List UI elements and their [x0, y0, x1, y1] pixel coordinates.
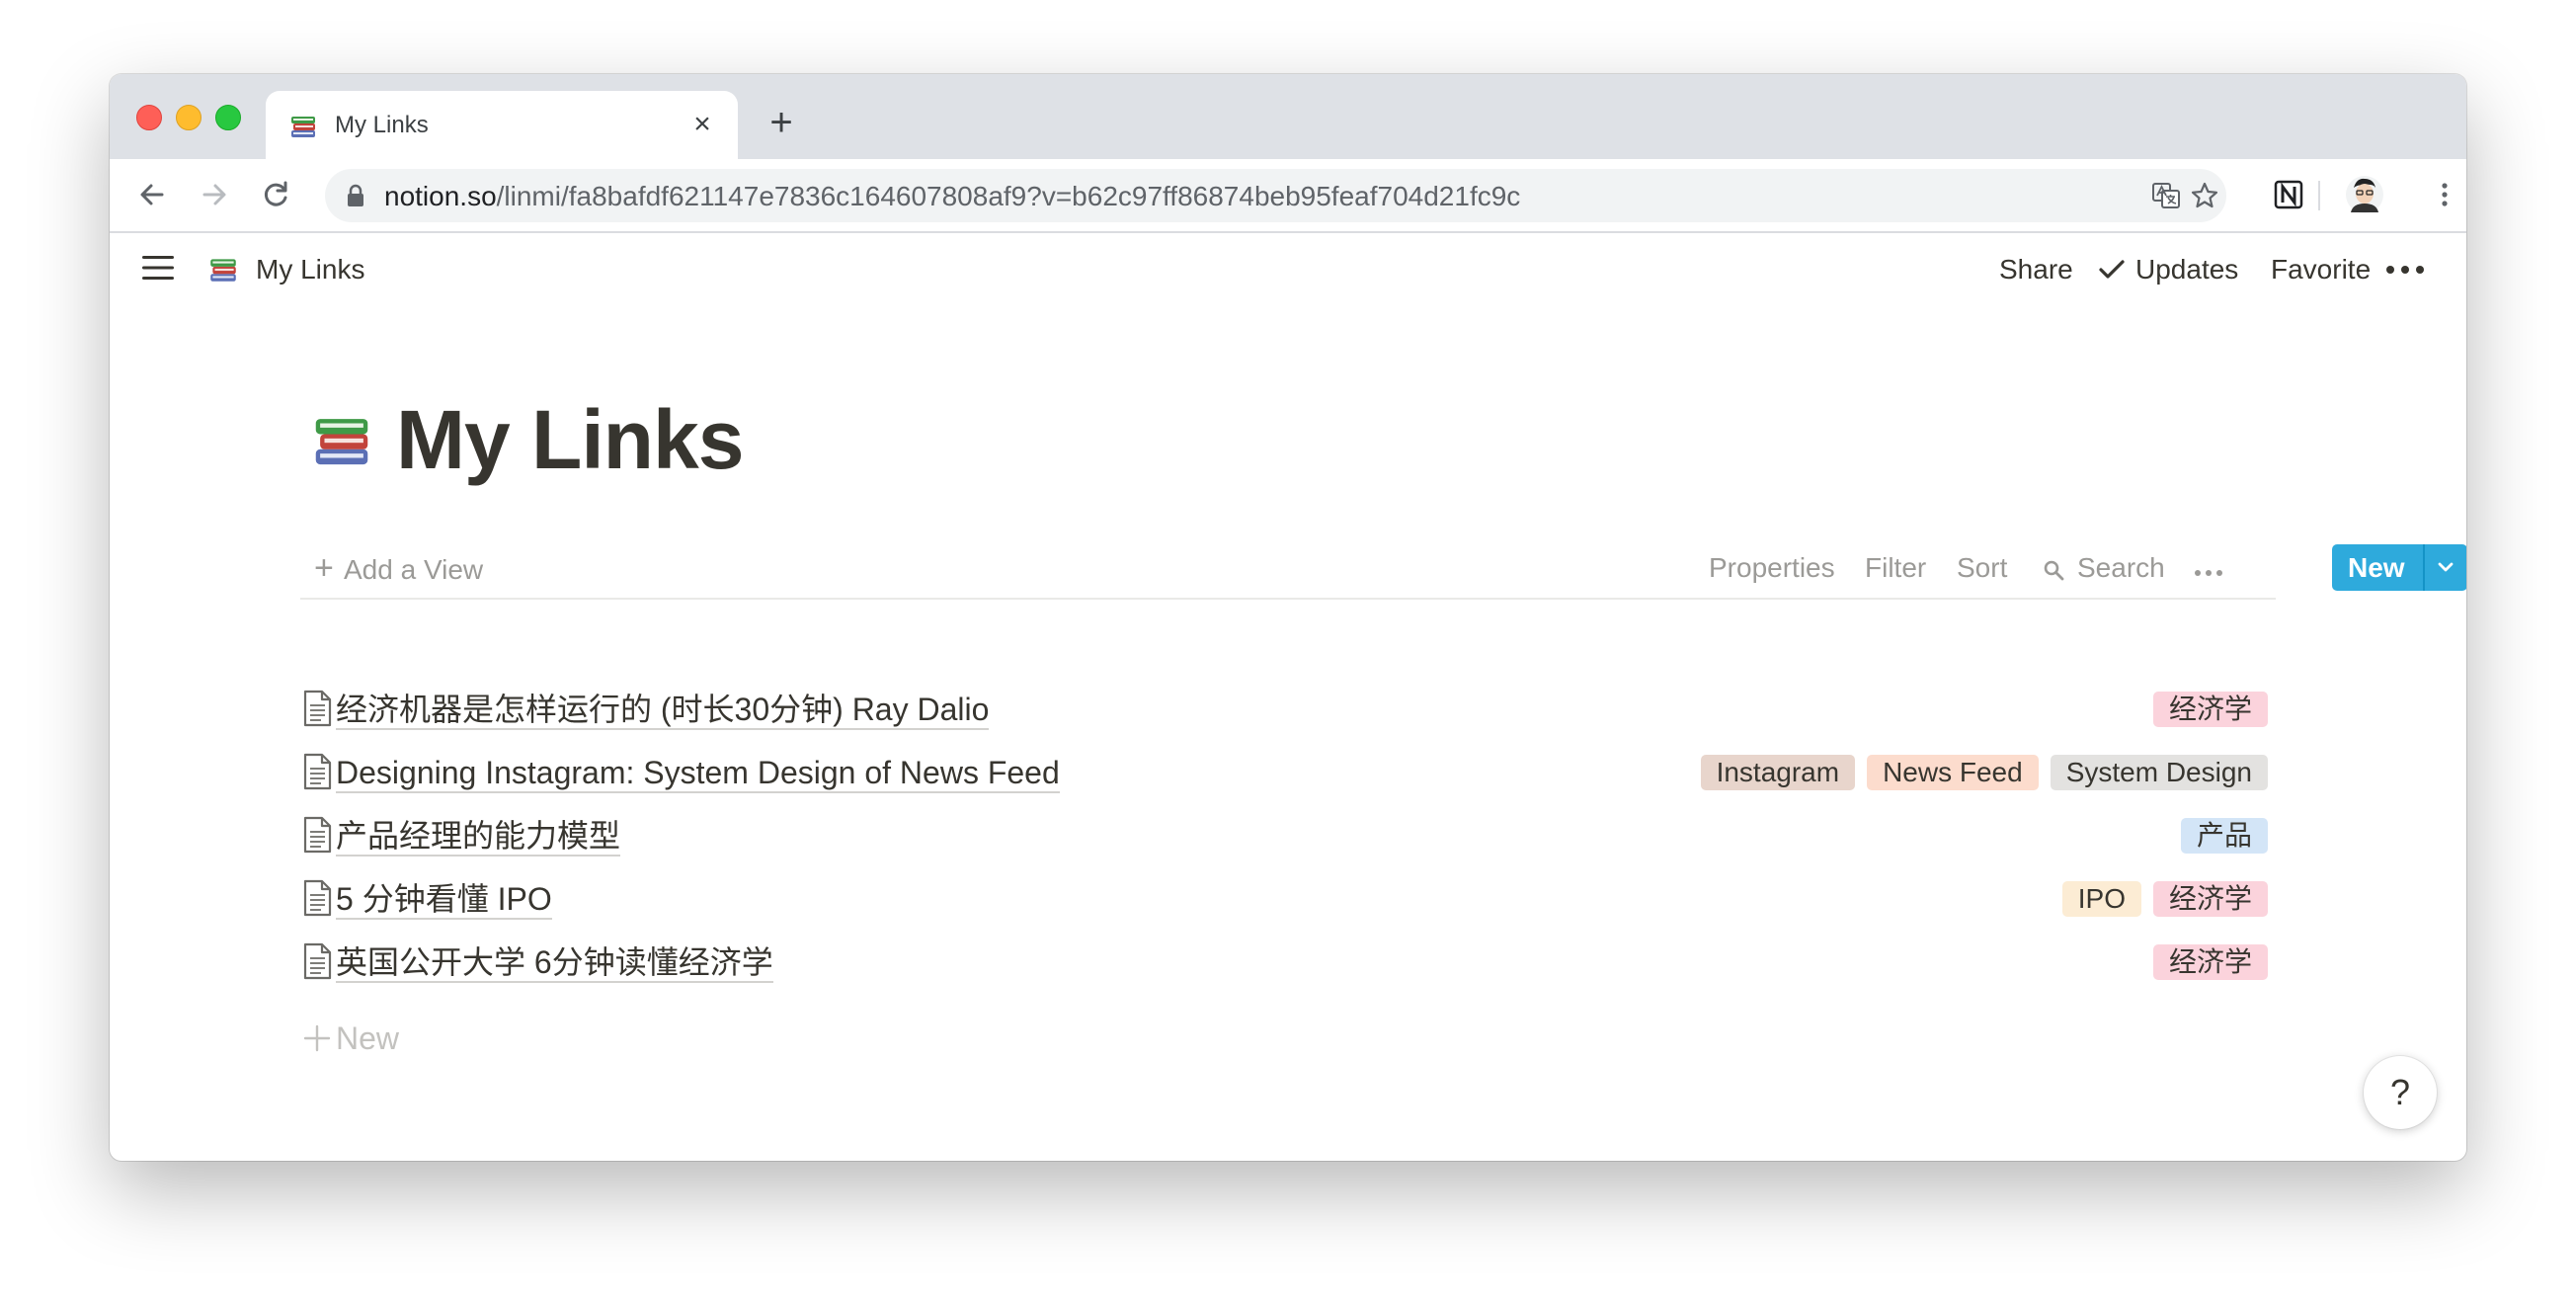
more-options-icon[interactable]	[2383, 255, 2427, 285]
add-view-label: Add a View	[344, 554, 484, 585]
help-button[interactable]: ?	[2364, 1056, 2437, 1129]
tag-badge: 经济学	[2152, 692, 2268, 727]
add-new-row-label: New	[336, 1020, 400, 1056]
filter-button[interactable]: Filter	[1865, 551, 1926, 585]
tab-close-icon[interactable]: ×	[685, 107, 719, 142]
list-item[interactable]: 5 分钟看懂 IPO IPO 经济学	[300, 868, 2276, 926]
new-record-button[interactable]: New	[2332, 544, 2466, 591]
plus-icon: +	[314, 549, 334, 587]
database-view-bar: + Add a View Properties Filter Sort Searc…	[300, 538, 2466, 600]
favorite-button[interactable]: Favorite	[2271, 253, 2371, 286]
url-path: /linmi/fa8bafdf621147e7836c164607808af9?…	[496, 181, 1521, 211]
add-view-button[interactable]: + Add a View	[314, 551, 483, 587]
updates-button[interactable]: Updates	[2135, 253, 2238, 286]
check-icon	[2099, 260, 2125, 279]
share-button[interactable]: Share	[1999, 253, 2073, 286]
url-domain: notion.so	[384, 181, 497, 211]
row-title[interactable]: 5 分钟看懂 IPO	[336, 880, 552, 920]
tag-list: Instagram News Feed System Design	[1700, 755, 2268, 790]
row-title[interactable]: 产品经理的能力模型	[336, 817, 621, 857]
row-title[interactable]: 英国公开大学 6分钟读懂经济学	[336, 943, 773, 983]
browser-tab[interactable]: My Links ×	[266, 91, 738, 159]
close-window-button[interactable]	[136, 105, 162, 130]
search-button[interactable]: Search	[2077, 551, 2165, 585]
breadcrumb-title[interactable]: My Links	[256, 253, 364, 286]
reload-icon[interactable]	[258, 177, 293, 212]
more-view-options-icon[interactable]	[2193, 568, 2224, 578]
browser-window: My Links × + notion.so/linmi/fa8bafdf621…	[110, 74, 2466, 1161]
tag-badge: 经济学	[2152, 881, 2268, 917]
page-document-icon	[303, 942, 332, 980]
sort-button[interactable]: Sort	[1957, 551, 2007, 585]
books-icon	[210, 259, 236, 282]
plus-icon	[303, 1024, 331, 1052]
list-item[interactable]: 英国公开大学 6分钟读懂经济学 经济学	[300, 932, 2276, 989]
translate-icon[interactable]	[2151, 181, 2181, 210]
tag-badge: News Feed	[1867, 755, 2039, 790]
tag-badge: 产品	[2180, 818, 2268, 854]
back-icon[interactable]	[134, 177, 170, 212]
sidebar-toggle-icon[interactable]	[141, 254, 175, 282]
page-document-icon	[303, 816, 332, 854]
list-item[interactable]: 产品经理的能力模型 产品	[300, 805, 2276, 862]
tag-list: 经济学	[2152, 944, 2268, 980]
list-item[interactable]: 经济机器是怎样运行的 (时长30分钟) Ray Dalio 经济学	[300, 679, 2276, 736]
tag-list: IPO 经济学	[2061, 881, 2268, 917]
notion-extension-icon[interactable]	[2271, 177, 2306, 212]
books-icon	[291, 117, 315, 137]
tab-title: My Links	[335, 112, 429, 138]
tab-strip: My Links × +	[110, 74, 2466, 159]
browser-toolbar: notion.so/linmi/fa8bafdf621147e7836c1646…	[110, 159, 2466, 233]
lock-icon	[348, 184, 363, 206]
properties-button[interactable]: Properties	[1709, 551, 1835, 585]
url-text: notion.so/linmi/fa8bafdf621147e7836c1646…	[384, 181, 1520, 212]
tag-badge: 经济学	[2152, 944, 2268, 980]
tag-badge: System Design	[2050, 755, 2268, 790]
star-icon[interactable]	[2190, 181, 2219, 210]
minimize-window-button[interactable]	[176, 105, 201, 130]
address-bar[interactable]: notion.so/linmi/fa8bafdf621147e7836c1646…	[325, 169, 2226, 222]
page-emoji-books-icon[interactable]	[307, 406, 376, 475]
new-tab-button[interactable]: +	[764, 103, 799, 142]
tag-badge: IPO	[2061, 881, 2141, 917]
profile-avatar[interactable]	[2345, 175, 2384, 214]
notion-topbar: My Links Share Updates Favorite	[110, 233, 2466, 302]
page-title[interactable]: My Links	[396, 390, 744, 489]
page-document-icon	[303, 690, 332, 727]
page-document-icon	[303, 879, 332, 917]
row-title[interactable]: 经济机器是怎样运行的 (时长30分钟) Ray Dalio	[336, 691, 990, 730]
list-item[interactable]: Designing Instagram: System Design of Ne…	[300, 742, 2276, 799]
new-button-divider	[2423, 544, 2425, 591]
tag-list: 产品	[2180, 818, 2268, 854]
tag-list: 经济学	[2152, 692, 2268, 727]
new-button-label: New	[2348, 552, 2405, 583]
tag-badge: Instagram	[1700, 755, 1856, 790]
maximize-window-button[interactable]	[215, 105, 241, 130]
chevron-down-icon[interactable]	[2429, 552, 2462, 582]
forward-icon[interactable]	[197, 177, 232, 212]
search-icon	[2044, 560, 2064, 581]
kebab-menu-icon[interactable]	[2427, 177, 2462, 212]
page-document-icon	[303, 753, 332, 790]
row-title[interactable]: Designing Instagram: System Design of Ne…	[336, 754, 1060, 793]
toolbar-divider	[2318, 181, 2320, 210]
